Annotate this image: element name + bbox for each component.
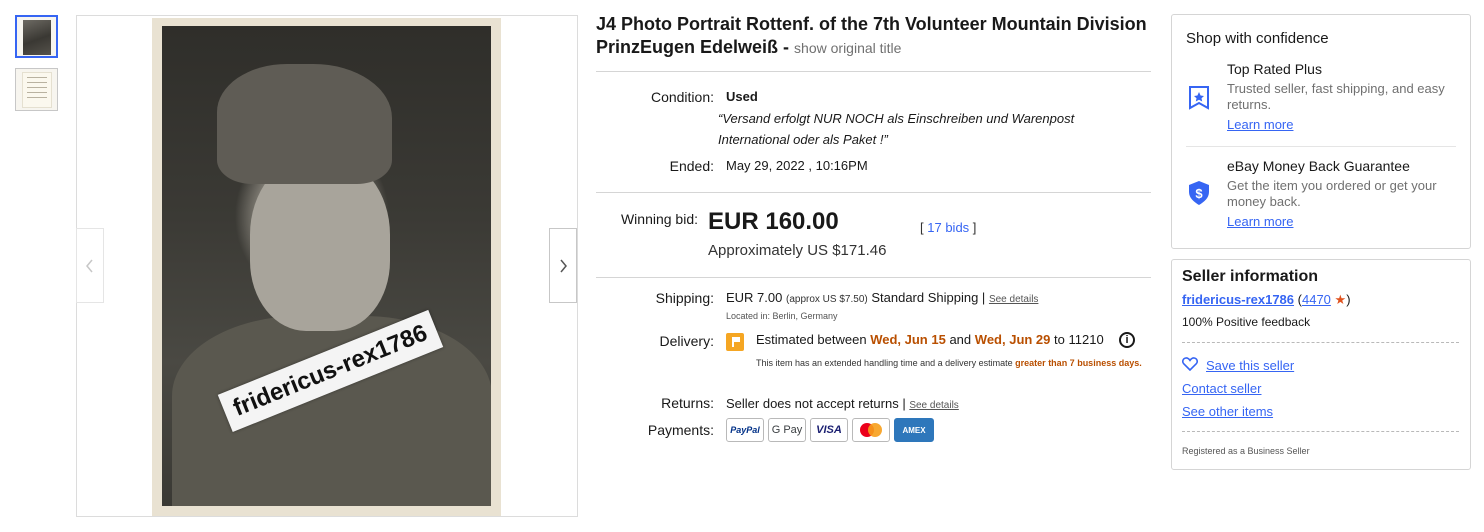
confidence-heading: Shop with confidence bbox=[1186, 30, 1329, 47]
winning-bid-label: Winning bid: bbox=[620, 211, 698, 227]
google-pay-logo: G Pay bbox=[768, 418, 806, 442]
money-back-desc: Get the item you ordered or get your mon… bbox=[1227, 178, 1437, 209]
mastercard-logo bbox=[852, 418, 890, 442]
money-back-title: eBay Money Back Guarantee bbox=[1227, 158, 1410, 174]
top-rated-title: Top Rated Plus bbox=[1227, 61, 1322, 77]
thumbnail-portrait[interactable] bbox=[15, 15, 58, 58]
shipping-label: Shipping: bbox=[655, 290, 714, 306]
delivery-and: and bbox=[949, 332, 972, 347]
listing-title: J4 Photo Portrait Rottenf. of the 7th Vo… bbox=[596, 13, 1156, 60]
bids-bracket-open: [ bbox=[920, 220, 924, 235]
thumbnail-document-image bbox=[22, 72, 52, 108]
delivery-label: Delivery: bbox=[659, 333, 714, 349]
returns-label: Returns: bbox=[661, 395, 714, 411]
chevron-left-icon bbox=[86, 259, 93, 272]
thumbnail-document[interactable] bbox=[15, 68, 58, 111]
thumbnail-portrait-image bbox=[23, 20, 51, 55]
paypal-logo: PayPal bbox=[726, 418, 764, 442]
shop-with-confidence-panel bbox=[1171, 14, 1471, 249]
top-rated-desc: Trusted seller, fast shipping, and easy … bbox=[1227, 81, 1445, 112]
portrait-image: fridericus-rex1786 bbox=[162, 26, 491, 506]
delivery-date-end: Wed, Jun 29 bbox=[974, 332, 1051, 347]
delivery-note: This item has an extended handling time … bbox=[756, 355, 1146, 371]
dashed-divider bbox=[1182, 342, 1459, 343]
bids-bracket-close: ] bbox=[972, 220, 977, 235]
delivery-date-start: Wed, Jun 15 bbox=[870, 332, 946, 347]
condition-label: Condition: bbox=[650, 89, 714, 105]
divider bbox=[596, 71, 1151, 72]
dashed-divider bbox=[1182, 431, 1459, 432]
bid-count: [ 17 bids ] bbox=[920, 220, 976, 235]
delivery-zip: to 11210 bbox=[1054, 332, 1104, 347]
seller-heading: Seller information bbox=[1182, 268, 1319, 285]
chevron-right-icon bbox=[560, 259, 567, 272]
ended-label: Ended: bbox=[669, 158, 714, 174]
positive-feedback: 100% Positive feedback bbox=[1182, 315, 1311, 329]
shipping-approx: (approx US $7.50) bbox=[786, 294, 868, 305]
winning-bid-price: EUR 160.00 bbox=[708, 208, 839, 235]
shipping-see-details-link[interactable]: See details bbox=[989, 294, 1038, 305]
divider bbox=[596, 277, 1151, 278]
shipping-info: EUR 7.00 (approx US $7.50) Standard Ship… bbox=[726, 290, 1038, 305]
seller-note: “Versand erfolgt NUR NOCH als Einschreib… bbox=[718, 111, 1075, 147]
item-location: Located in: Berlin, Germany bbox=[726, 311, 838, 321]
money-back-shield-icon: $ bbox=[1189, 181, 1209, 205]
see-other-items-link[interactable]: See other items bbox=[1182, 404, 1273, 419]
mastercard-circles-icon bbox=[860, 423, 882, 437]
shipping-price: EUR 7.00 bbox=[726, 290, 783, 305]
divider bbox=[596, 192, 1151, 193]
main-image-frame: fridericus-rex1786 bbox=[76, 15, 578, 517]
bids-link[interactable]: 17 bids bbox=[927, 220, 969, 235]
money-back-learn-more-link[interactable]: Learn more bbox=[1227, 214, 1293, 229]
svg-text:$: $ bbox=[1195, 186, 1203, 201]
delivery-estimate: Estimated between Wed, Jun 15 and Wed, J… bbox=[756, 332, 1104, 347]
payments-label: Payments: bbox=[647, 422, 714, 438]
info-icon[interactable]: i bbox=[1119, 332, 1135, 348]
feedback-count-link[interactable]: 4470 bbox=[1302, 292, 1331, 307]
show-original-title-link[interactable]: show original title bbox=[794, 40, 901, 56]
visa-logo: VISA bbox=[810, 418, 848, 442]
star-icon: ★ bbox=[1334, 292, 1347, 307]
main-photo[interactable]: fridericus-rex1786 bbox=[152, 18, 501, 516]
returns-value: Seller does not accept returns | bbox=[726, 396, 906, 411]
seller-name-link[interactable]: fridericus-rex1786 bbox=[1182, 292, 1294, 307]
delivery-pre: Estimated between bbox=[756, 332, 867, 347]
next-image-button[interactable] bbox=[549, 228, 577, 303]
handling-flag-icon bbox=[726, 333, 744, 351]
feedback-paren-close: ) bbox=[1346, 292, 1351, 307]
save-seller-link[interactable]: Save this seller bbox=[1206, 358, 1294, 373]
delivery-note-text: This item has an extended handling time … bbox=[756, 358, 1013, 368]
returns-see-details-link[interactable]: See details bbox=[909, 400, 958, 411]
contact-seller-link[interactable]: Contact seller bbox=[1182, 381, 1261, 396]
shipping-service: Standard Shipping | bbox=[871, 290, 986, 305]
returns-info: Seller does not accept returns | See det… bbox=[726, 396, 959, 411]
amex-logo: AMEX bbox=[894, 418, 934, 442]
heart-icon bbox=[1182, 357, 1198, 371]
ended-value: May 29, 2022 , 10:16PM bbox=[726, 158, 868, 173]
panel-divider bbox=[1186, 146, 1456, 147]
previous-image-button[interactable] bbox=[76, 228, 104, 303]
seller-name-row: fridericus-rex1786 (4470 ★) bbox=[1182, 292, 1351, 308]
price-approx-usd: Approximately US $171.46 bbox=[708, 242, 887, 259]
condition-value: Used bbox=[726, 89, 758, 104]
delivery-note-highlight: greater than 7 business days. bbox=[1015, 358, 1142, 368]
top-rated-learn-more-link[interactable]: Learn more bbox=[1227, 117, 1293, 132]
business-seller-note: Registered as a Business Seller bbox=[1182, 446, 1310, 456]
top-rated-shield-icon bbox=[1189, 86, 1209, 110]
